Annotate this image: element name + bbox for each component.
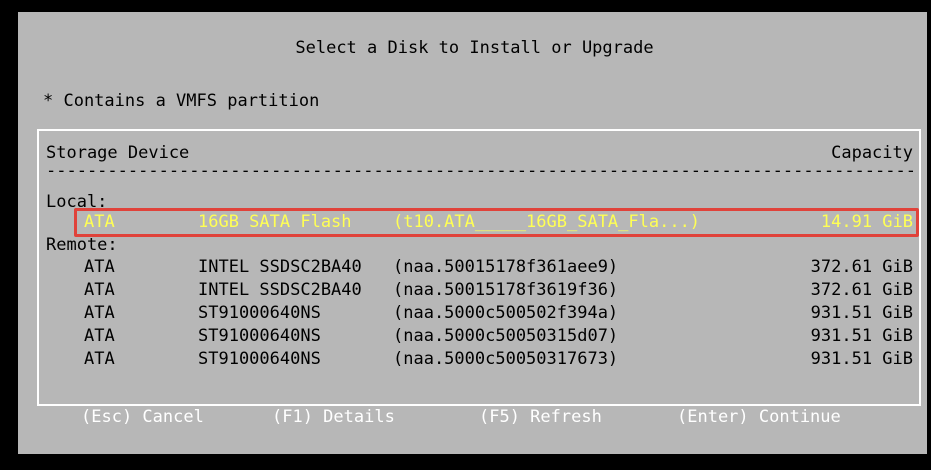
continue-key-hint[interactable]: (Enter) Continue: [677, 407, 841, 427]
disk-vendor: ATA: [84, 349, 115, 369]
vmfs-legend: * Contains a VMFS partition: [43, 91, 320, 111]
disk-identifier: (t10.ATA_____16GB_SATA_Fla...): [393, 212, 701, 232]
disk-identifier: (naa.50015178f361aee9): [393, 257, 619, 277]
disk-row-local-selected[interactable]: ATA 16GB SATA Flash (t10.ATA_____16GB_SA…: [46, 208, 919, 237]
key-hint-bar: (Esc) Cancel (F1) Details (F5) Refresh (…: [18, 407, 931, 447]
disk-capacity: 931.51 GiB: [810, 303, 913, 323]
disk-vendor: ATA: [84, 257, 115, 277]
column-header-storage-device: Storage Device: [46, 143, 190, 163]
disk-vendor: ATA: [84, 280, 115, 300]
disk-model: ST91000640NS: [198, 349, 321, 369]
disk-capacity: 931.51 GiB: [810, 349, 913, 369]
disk-row-remote[interactable]: ATA INTEL SSDSC2BA40 (naa.50015178f3619f…: [46, 280, 913, 301]
disk-row-remote[interactable]: ATA ST91000640NS (naa.5000c50050317673) …: [46, 349, 913, 370]
disk-identifier: (naa.5000c500502f394a): [393, 303, 619, 323]
disk-row-remote[interactable]: ATA ST91000640NS (naa.5000c500502f394a) …: [46, 303, 913, 324]
disk-model: ST91000640NS: [198, 303, 321, 323]
disk-model: INTEL SSDSC2BA40: [198, 257, 362, 277]
disk-capacity: 372.61 GiB: [810, 280, 913, 300]
disk-identifier: (naa.5000c50050317673): [393, 349, 619, 369]
details-key-hint[interactable]: (F1) Details: [272, 407, 395, 427]
disk-capacity: 931.51 GiB: [810, 326, 913, 346]
disk-identifier: (naa.5000c50050315d07): [393, 326, 619, 346]
disk-row-remote[interactable]: ATA INTEL SSDSC2BA40 (naa.50015178f361ae…: [46, 257, 913, 278]
disk-row-remote[interactable]: ATA ST91000640NS (naa.5000c50050315d07) …: [46, 326, 913, 347]
disk-capacity: 14.91 GiB: [820, 212, 913, 232]
disk-capacity: 372.61 GiB: [810, 257, 913, 277]
select-disk-dialog: Select a Disk to Install or Upgrade * Co…: [16, 10, 929, 456]
cancel-key-hint[interactable]: (Esc) Cancel: [81, 407, 204, 427]
disk-model: 16GB SATA Flash: [198, 212, 352, 232]
disk-vendor: ATA: [84, 212, 115, 232]
remote-group-label: Remote:: [46, 235, 118, 255]
disk-vendor: ATA: [84, 303, 115, 323]
storage-device-list: Storage Device Capacity ----------------…: [37, 129, 921, 406]
installer-screen: Select a Disk to Install or Upgrade * Co…: [0, 0, 931, 470]
column-header-capacity: Capacity: [831, 143, 913, 163]
refresh-key-hint[interactable]: (F5) Refresh: [479, 407, 602, 427]
disk-model: INTEL SSDSC2BA40: [198, 280, 362, 300]
disk-identifier: (naa.50015178f3619f36): [393, 280, 619, 300]
dialog-title: Select a Disk to Install or Upgrade: [295, 38, 654, 58]
disk-vendor: ATA: [84, 326, 115, 346]
disk-model: ST91000640NS: [198, 326, 321, 346]
header-divider: ----------------------------------------…: [46, 161, 913, 175]
